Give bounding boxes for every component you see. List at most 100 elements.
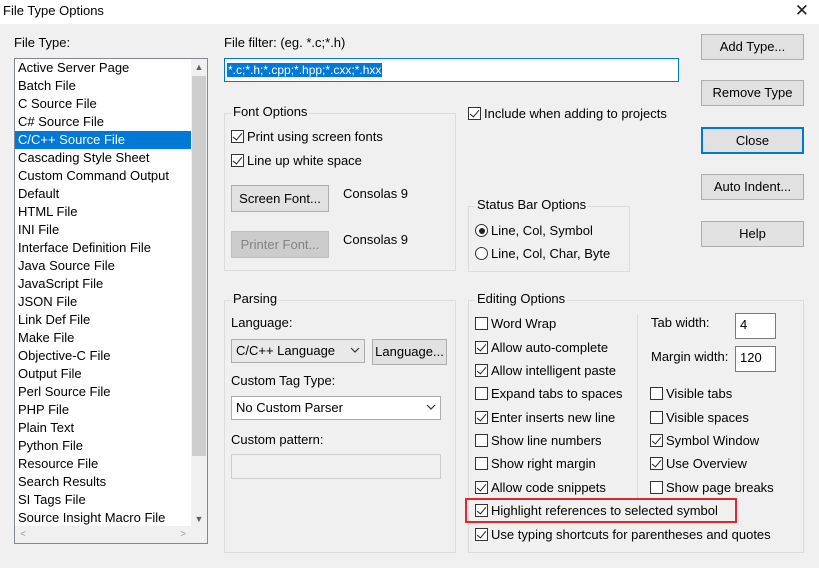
editing-option-checkbox[interactable]: Show line numbers: [475, 433, 602, 451]
printer-font-button[interactable]: Printer Font...: [231, 231, 329, 258]
margin-width-label: Margin width:: [651, 349, 729, 364]
file-type-item[interactable]: C/C++ Source File: [15, 131, 192, 149]
editing-option-checkbox[interactable]: Symbol Window: [650, 433, 759, 451]
file-type-item[interactable]: Active Server Page: [15, 59, 192, 77]
checkbox-icon: [650, 411, 663, 425]
file-type-item[interactable]: Output File: [15, 365, 192, 383]
file-type-item[interactable]: PHP File: [15, 401, 192, 419]
file-type-item[interactable]: HTML File: [15, 203, 192, 221]
checkbox-icon: [650, 457, 663, 471]
editing-option-checkbox[interactable]: Expand tabs to spaces: [475, 386, 623, 404]
editing-option-label: Visible spaces: [666, 410, 749, 425]
radio-icon: [475, 247, 488, 261]
file-type-item[interactable]: Plain Text: [15, 419, 192, 437]
vertical-scrollbar[interactable]: ▲ ▼: [191, 59, 207, 527]
close-icon[interactable]: ✕: [795, 1, 809, 21]
language-select-value: C/C++ Language: [236, 343, 336, 358]
scroll-left-icon[interactable]: <: [15, 526, 31, 543]
margin-width-input[interactable]: 120: [735, 346, 776, 372]
language-select[interactable]: C/C++ Language: [231, 339, 365, 363]
close-button[interactable]: Close: [701, 127, 804, 154]
file-type-item[interactable]: Java Source File: [15, 257, 192, 275]
checkbox-icon: [475, 528, 488, 542]
editing-option-checkbox[interactable]: Allow intelligent paste: [475, 363, 616, 381]
auto-indent-button[interactable]: Auto Indent...: [701, 174, 804, 200]
editing-option-label: Allow intelligent paste: [491, 363, 617, 378]
chevron-down-icon: [426, 404, 436, 410]
editing-option-label: Use Overview: [666, 456, 747, 471]
file-type-items: Active Server Page Batch File C Source Fil…: [15, 59, 192, 527]
editing-option-checkbox[interactable]: Enter inserts new line: [475, 410, 615, 428]
tab-width-label: Tab width:: [651, 315, 710, 330]
language-label: Language:: [231, 315, 293, 330]
chevron-down-icon: [350, 347, 360, 353]
custom-tag-select[interactable]: No Custom Parser: [231, 396, 441, 420]
custom-pattern-input[interactable]: [231, 454, 441, 479]
tab-width-value: 4: [740, 317, 748, 332]
editing-option-checkbox[interactable]: Allow auto-complete: [475, 340, 608, 358]
file-type-item[interactable]: Cascading Style Sheet: [15, 149, 192, 167]
line-up-white-space-checkbox[interactable]: Line up white space: [231, 153, 362, 171]
include-projects-checkbox[interactable]: Include when adding to projects: [468, 106, 667, 124]
scroll-thumb[interactable]: [192, 76, 206, 456]
scroll-right-icon[interactable]: >: [175, 526, 191, 543]
editing-option-checkbox[interactable]: Visible tabs: [650, 386, 732, 404]
editing-option-checkbox[interactable]: Show page breaks: [650, 480, 774, 498]
file-type-item[interactable]: Link Def File: [15, 311, 192, 329]
typing-shortcuts-checkbox[interactable]: Use typing shortcuts for parentheses and…: [475, 527, 771, 545]
file-type-list[interactable]: Active Server Page Batch File C Source Fil…: [14, 58, 208, 544]
editing-option-checkbox[interactable]: Word Wrap: [475, 316, 556, 334]
file-type-item[interactable]: Perl Source File: [15, 383, 192, 401]
file-type-item[interactable]: Objective-C File: [15, 347, 192, 365]
remove-type-button[interactable]: Remove Type: [701, 80, 804, 106]
checkbox-icon: [231, 154, 244, 168]
editing-option-checkbox[interactable]: Show right margin: [475, 456, 596, 474]
parsing-title: Parsing: [231, 291, 280, 306]
file-type-item[interactable]: INI File: [15, 221, 192, 239]
editing-option-checkbox[interactable]: Visible spaces: [650, 410, 749, 428]
editing-option-checkbox[interactable]: Allow code snippets: [475, 480, 606, 498]
status-option1-label: Line, Col, Symbol: [491, 223, 593, 238]
editing-option-label: Expand tabs to spaces: [491, 386, 623, 401]
tab-width-input[interactable]: 4: [735, 313, 776, 339]
editing-option-checkbox[interactable]: Use Overview: [650, 456, 747, 474]
print-screen-fonts-checkbox[interactable]: Print using screen fonts: [231, 129, 383, 147]
status-line-col-symbol-radio[interactable]: Line, Col, Symbol: [475, 223, 593, 241]
file-type-item[interactable]: JavaScript File: [15, 275, 192, 293]
scroll-down-icon[interactable]: ▼: [191, 511, 207, 527]
file-type-item[interactable]: Source Insight Macro File: [15, 509, 192, 527]
file-type-item[interactable]: Default: [15, 185, 192, 203]
annotation-highlight-box: [465, 498, 737, 523]
file-type-item[interactable]: Interface Definition File: [15, 239, 192, 257]
add-type-button[interactable]: Add Type...: [701, 34, 804, 60]
status-line-col-char-byte-radio[interactable]: Line, Col, Char, Byte: [475, 246, 610, 264]
screen-font-button[interactable]: Screen Font...: [231, 185, 329, 212]
file-type-item[interactable]: Make File: [15, 329, 192, 347]
print-screen-fonts-label: Print using screen fonts: [247, 129, 383, 144]
file-type-item[interactable]: Batch File: [15, 77, 192, 95]
margin-width-value: 120: [740, 350, 762, 365]
help-button[interactable]: Help: [701, 221, 804, 247]
file-type-item[interactable]: Resource File: [15, 455, 192, 473]
language-button[interactable]: Language...: [372, 339, 447, 365]
horizontal-scrollbar[interactable]: < >: [15, 526, 207, 543]
font-options-title: Font Options: [231, 104, 310, 119]
file-type-label: File Type:: [14, 35, 71, 50]
file-type-item[interactable]: Search Results: [15, 473, 192, 491]
checkbox-icon: [650, 481, 663, 495]
printer-font-value: Consolas 9: [343, 232, 409, 247]
scroll-up-icon[interactable]: ▲: [191, 59, 207, 75]
editing-divider: [637, 314, 638, 500]
file-type-item[interactable]: SI Tags File: [15, 491, 192, 509]
title-bar: File Type Options ✕: [0, 0, 819, 24]
file-type-item[interactable]: C# Source File: [15, 113, 192, 131]
checkbox-icon: [475, 434, 488, 448]
file-type-item[interactable]: Custom Command Output: [15, 167, 192, 185]
file-type-item[interactable]: C Source File: [15, 95, 192, 113]
file-type-item[interactable]: Python File: [15, 437, 192, 455]
file-type-item[interactable]: JSON File: [15, 293, 192, 311]
file-filter-input[interactable]: *.c;*.h;*.cpp;*.hpp;*.cxx;*.hxx: [224, 58, 679, 82]
editing-option-label: Show page breaks: [666, 480, 774, 495]
screen-font-value: Consolas 9: [343, 186, 409, 201]
file-filter-value: *.c;*.h;*.cpp;*.hpp;*.cxx;*.hxx: [227, 63, 383, 77]
